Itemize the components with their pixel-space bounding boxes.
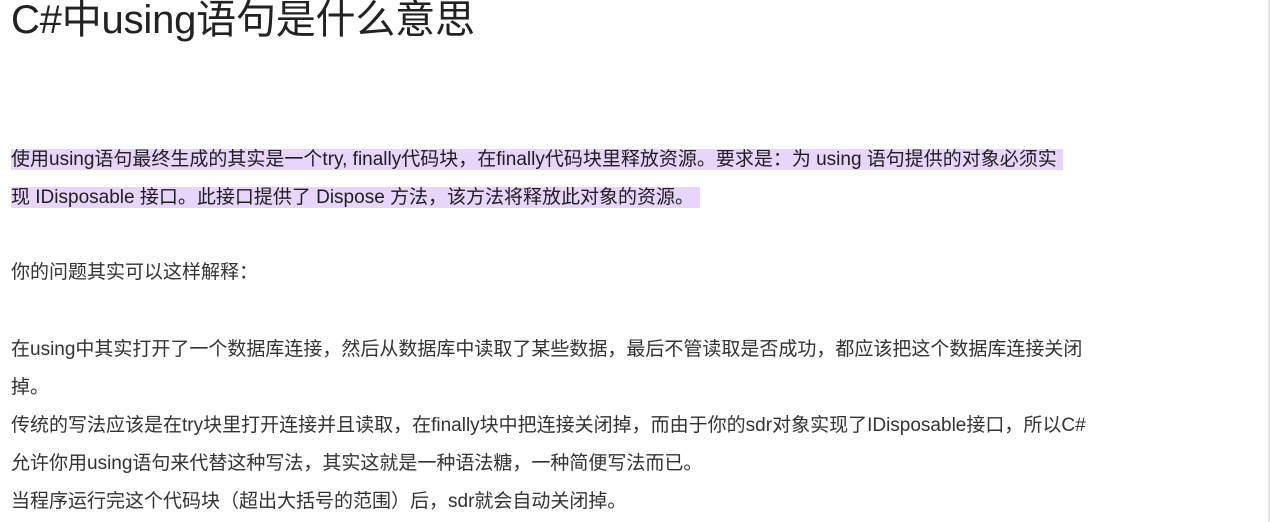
body-line: 当程序运行完这个代码块（超出大括号的范围）后，sdr就会自动关闭掉。 (11, 491, 627, 512)
highlighted-answer: 使用using语句最终生成的其实是一个try, finally代码块，在fina… (11, 141, 1226, 217)
body-line: 传统的写法应该是在try块里打开连接并且读取，在finally块中把连接关闭掉，… (11, 415, 1086, 436)
intro-paragraph: 你的问题其实可以这样解释： (11, 254, 1226, 292)
highlighted-line: 使用using语句最终生成的其实是一个try, finally代码块，在fina… (11, 149, 1063, 170)
intro-line: 你的问题其实可以这样解释： (11, 262, 259, 283)
body-line: 允许你用using语句来代替这种写法，其实这就是一种语法糖，一种简便写法而已。 (11, 453, 703, 474)
article-title: C#中using语句是什么意思 (11, 0, 475, 42)
body-line: 在using中其实打开了一个数据库连接，然后从数据库中读取了某些数据，最后不管读… (11, 339, 1083, 360)
highlighted-line: 现 IDisposable 接口。此接口提供了 Dispose 方法，该方法将释… (11, 187, 701, 208)
article-page: C#中using语句是什么意思 使用using语句最终生成的其实是一个try, … (0, 0, 1268, 522)
body-paragraph: 在using中其实打开了一个数据库连接，然后从数据库中读取了某些数据，最后不管读… (11, 331, 1226, 521)
body-line: 掉。 (11, 377, 50, 398)
